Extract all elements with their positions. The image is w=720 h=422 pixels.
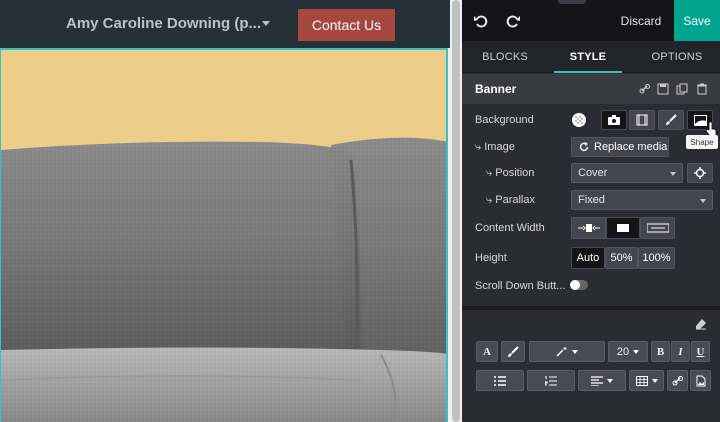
redo-icon[interactable] (504, 12, 522, 30)
font-style-button[interactable]: A (476, 341, 498, 362)
bullet-list-button[interactable] (476, 370, 524, 391)
tab-options[interactable]: OPTIONS (634, 41, 720, 73)
bullet-list-icon (494, 375, 506, 386)
editor-toolbar: Discard Save (462, 0, 720, 41)
table-dropdown[interactable] (629, 370, 664, 391)
user-name-menu[interactable]: Amy Caroline Downing (p... (66, 15, 261, 32)
tab-style[interactable]: STYLE (548, 41, 628, 73)
refresh-icon (579, 142, 589, 151)
insert-link-button[interactable] (667, 370, 688, 391)
content-width-label: Content Width (475, 222, 545, 234)
color-background-button[interactable] (658, 110, 684, 130)
shape-tooltip: Shape (686, 135, 718, 149)
image-label: ⤷ Image (475, 141, 515, 154)
brush-icon (508, 345, 519, 357)
position-select[interactable]: Cover (571, 163, 683, 183)
brush-icon (666, 114, 677, 125)
section-header: Banner (462, 74, 720, 104)
magic-wand-icon (556, 346, 567, 357)
image-arrow: ⤷ (475, 141, 482, 153)
panel-notch (558, 0, 586, 4)
save-block-icon[interactable] (657, 83, 669, 95)
chevron-down-icon (670, 172, 676, 176)
parallax-select[interactable]: Fixed (571, 190, 713, 210)
file-image-icon (696, 375, 705, 386)
banner-section[interactable] (0, 48, 448, 422)
replace-media-button[interactable]: Replace media (571, 137, 669, 157)
video-background-button[interactable] (629, 110, 655, 130)
position-value: Cover (578, 167, 608, 179)
parallax-value: Fixed (578, 194, 605, 206)
scroll-down-toggle[interactable] (570, 280, 588, 290)
parallax-label-text: Parallax (495, 194, 535, 206)
font-size-value: 20 (616, 345, 630, 358)
crosshair-icon (694, 167, 706, 179)
canvas-scrollbar[interactable] (450, 0, 462, 422)
width-regular-button[interactable] (606, 217, 640, 239)
chevron-down-icon (607, 378, 613, 383)
website-canvas: Amy Caroline Downing (p... Contact Us (0, 0, 450, 422)
chevron-down-icon (700, 199, 706, 203)
editor-panel: Discard Save BLOCKS STYLE OPTIONS Banner… (462, 0, 720, 422)
position-arrow: ⤷ (486, 167, 493, 179)
toggle-knob (570, 280, 580, 290)
chevron-down-icon (572, 349, 578, 354)
contact-us-button[interactable]: Contact Us (298, 9, 395, 41)
panel-divider (462, 306, 720, 310)
regular-width-icon (617, 224, 629, 232)
height-auto-button[interactable]: Auto (571, 247, 605, 269)
eraser-icon[interactable] (695, 318, 707, 330)
undo-icon[interactable] (472, 12, 490, 30)
color-picker-icon[interactable] (571, 112, 587, 128)
narrow-width-icon (577, 224, 600, 232)
align-left-icon (591, 375, 603, 386)
scroll-down-label: Scroll Down Butt... (475, 280, 566, 292)
numbered-list-icon (545, 375, 557, 386)
scrollbar-thumb[interactable] (452, 0, 460, 422)
trash-icon[interactable] (696, 83, 708, 95)
image-background-button[interactable] (601, 110, 627, 130)
parallax-arrow: ⤷ (486, 194, 493, 206)
chevron-down-icon[interactable] (262, 21, 270, 26)
image-label-text: Image (484, 141, 515, 153)
width-narrow-button[interactable] (571, 217, 606, 239)
site-navbar: Amy Caroline Downing (p... Contact Us (0, 0, 450, 48)
banner-background-image (1, 50, 446, 422)
camera-icon (608, 115, 620, 125)
align-dropdown[interactable] (578, 370, 626, 391)
italic-button[interactable]: I (671, 341, 690, 362)
numbered-list-button[interactable] (527, 370, 575, 391)
table-icon (635, 375, 648, 386)
chevron-down-icon (633, 349, 640, 354)
full-width-icon (646, 223, 669, 233)
replace-media-label: Replace media (594, 141, 668, 153)
tab-blocks[interactable]: BLOCKS (462, 41, 548, 73)
insert-media-button[interactable] (690, 370, 711, 391)
bold-button[interactable]: B (651, 341, 670, 362)
link-icon[interactable] (639, 83, 651, 95)
width-full-button[interactable] (640, 217, 675, 239)
background-label: Background (475, 114, 534, 126)
film-icon (636, 114, 648, 126)
text-effect-dropdown[interactable] (529, 341, 605, 362)
duplicate-icon[interactable] (676, 83, 688, 95)
height-50-button[interactable]: 50% (605, 247, 638, 269)
position-crosshair-button[interactable] (687, 163, 713, 183)
parallax-label: ⤷ Parallax (486, 194, 535, 207)
underline-button[interactable]: U (691, 341, 710, 362)
section-title: Banner (475, 82, 517, 96)
height-100-button[interactable]: 100% (638, 247, 675, 269)
discard-button[interactable]: Discard (614, 10, 668, 32)
text-color-button[interactable] (501, 341, 525, 362)
link-icon (672, 375, 683, 385)
chevron-down-icon (651, 378, 658, 383)
editor-tabs: BLOCKS STYLE OPTIONS (462, 41, 720, 73)
position-label-text: Position (495, 167, 535, 179)
font-size-dropdown[interactable]: 20 (608, 341, 648, 362)
position-label: ⤷ Position (486, 167, 534, 180)
height-label: Height (475, 252, 507, 264)
save-button[interactable]: Save (674, 0, 720, 41)
